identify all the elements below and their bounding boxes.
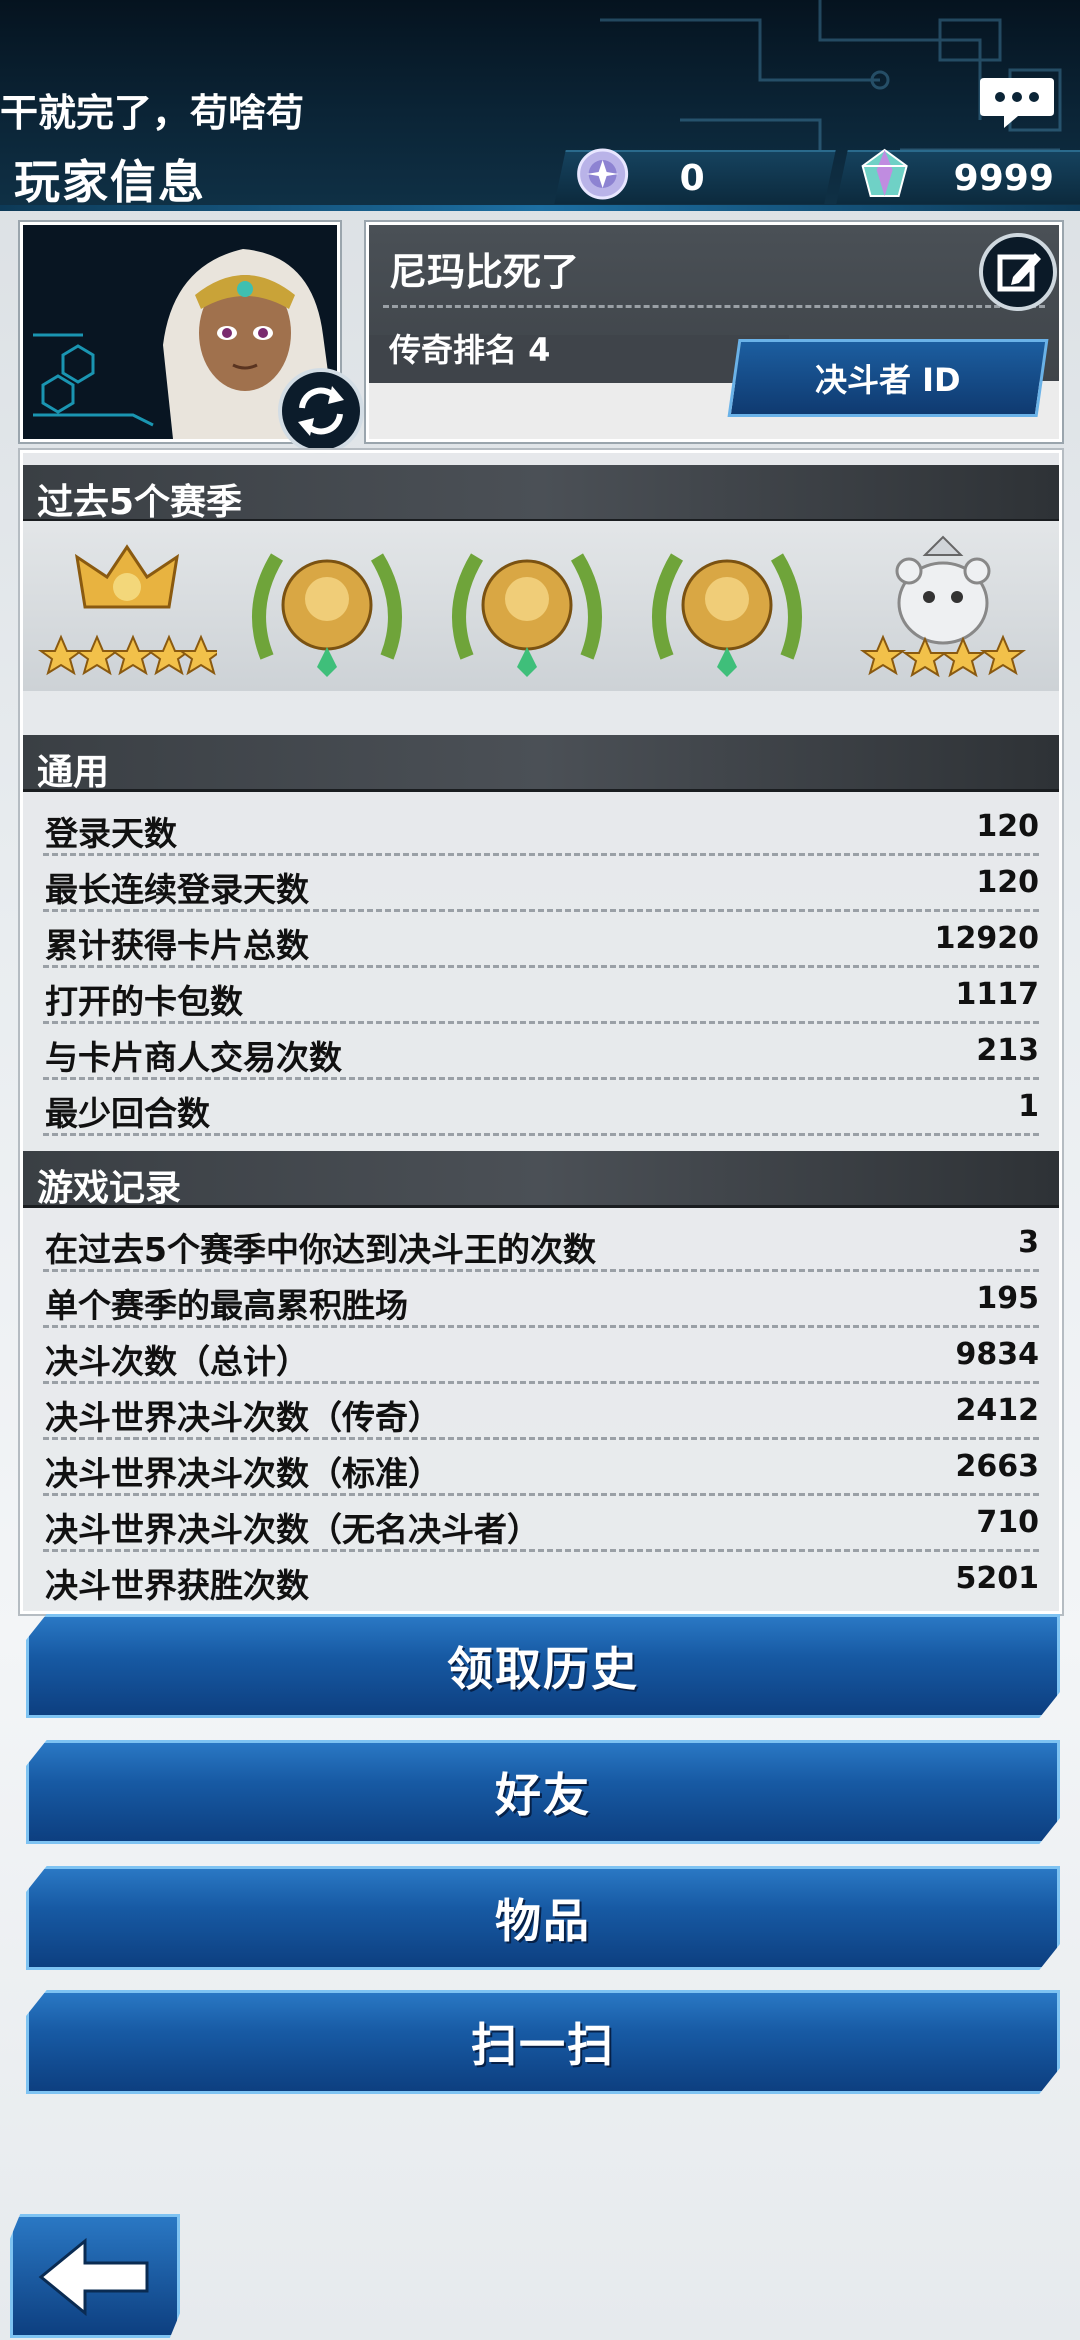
page-title: 玩家信息 (14, 155, 206, 205)
gem-currency: 9999 (836, 148, 1080, 204)
stat-row: 决斗世界决斗次数（标准） 2663 (43, 1437, 1039, 1496)
bear-medal-icon (859, 535, 1027, 678)
claim-history-button[interactable]: 领取历史 (26, 1614, 1060, 1718)
items-button[interactable]: 物品 (26, 1866, 1060, 1970)
legend-crown-medal-icon (37, 544, 217, 676)
laurel-lion-medal-icon (452, 553, 602, 677)
orb-count: 0 (679, 158, 705, 199)
stat-row: 在过去5个赛季中你达到决斗王的次数 3 (43, 1213, 1039, 1272)
laurel-lion-medal-icon (652, 553, 802, 677)
back-arrow-icon (38, 2237, 149, 2317)
top-bar: 干就完了，苟啥苟 玩家信息 0 9999 (0, 0, 1080, 205)
orb-gem-icon (577, 148, 629, 200)
stats-panel: 过去5个赛季 通用 登录天数 120 最长连续登录天数 120 累计获得卡片总数… (20, 450, 1062, 1614)
speech-bubble-icon[interactable] (978, 74, 1056, 130)
header-divider (0, 205, 1080, 211)
stat-row: 与卡片商人交易次数 213 (43, 1021, 1039, 1080)
stat-row: 最长连续登录天数 120 (43, 853, 1039, 912)
stat-row: 决斗世界获胜次数 5201 (45, 1561, 1039, 1605)
crystal-gem-icon (861, 148, 908, 197)
stat-row: 最少回合数 1 (43, 1077, 1039, 1136)
back-button[interactable] (10, 2214, 180, 2338)
stat-row: 决斗世界决斗次数（无名决斗者） 710 (43, 1493, 1039, 1552)
section-header-general: 通用 (23, 735, 1059, 793)
profile-info: 尼玛比死了 传奇排名 4 决斗者 ID (366, 222, 1062, 442)
duelist-id-button[interactable]: 决斗者 ID (727, 339, 1049, 417)
legend-rank: 传奇排名 4 (389, 331, 551, 369)
marquee-text: 干就完了，苟啥苟 (0, 91, 305, 135)
gem-count: 9999 (953, 158, 1054, 199)
divider (383, 305, 1045, 308)
refresh-icon[interactable] (278, 368, 364, 454)
stat-row: 决斗世界决斗次数（传奇） 2412 (43, 1381, 1039, 1440)
stat-row: 打开的卡包数 1117 (43, 965, 1039, 1024)
player-name: 尼玛比死了 (389, 250, 580, 294)
stat-row: 单个赛季的最高累积胜场 195 (43, 1269, 1039, 1328)
stat-row: 登录天数 120 (43, 797, 1039, 856)
stat-row: 决斗次数（总计） 9834 (43, 1325, 1039, 1384)
stat-row: 累计获得卡片总数 12920 (43, 909, 1039, 968)
orb-currency: 0 (554, 148, 836, 204)
friends-button[interactable]: 好友 (26, 1740, 1060, 1844)
scan-button[interactable]: 扫一扫 (26, 1990, 1060, 2094)
section-header-records: 游戏记录 (23, 1151, 1059, 1209)
season-medals (23, 521, 1059, 691)
section-header-seasons: 过去5个赛季 (23, 465, 1059, 523)
edit-icon[interactable] (979, 233, 1057, 311)
laurel-lion-medal-icon (252, 553, 402, 677)
